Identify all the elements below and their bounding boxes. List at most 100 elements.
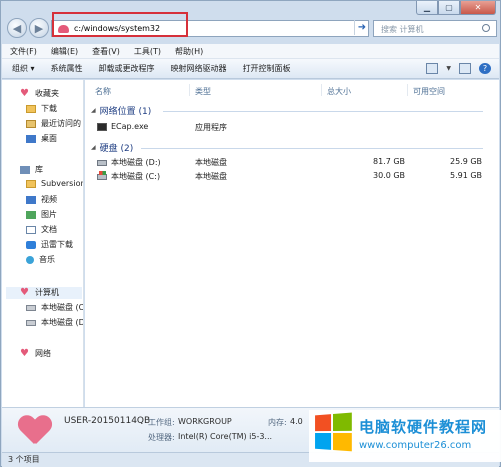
column-header-total-size[interactable]: 总大小 [327,86,351,97]
nav-item-label: 视频 [41,195,57,204]
column-header-name[interactable]: 名称 [95,86,111,97]
column-header-free-space[interactable]: 可用空间 [413,86,445,97]
menu-help[interactable]: 帮助(H) [175,46,203,57]
preview-pane-icon[interactable] [459,63,471,74]
menu-bar: 文件(F) 编辑(E) 查看(V) 工具(T) 帮助(H) [2,44,499,59]
processor-label: 处理器: [148,433,175,442]
help-icon[interactable]: ? [479,63,491,74]
nav-item-label: 迅雷下载 [41,240,73,249]
nav-item-drive-c[interactable]: 本地磁盘 (C [26,302,83,313]
nav-item-label: 音乐 [39,255,55,264]
favorites-icon: ♥ [20,87,29,99]
search-icon[interactable] [482,24,490,32]
nav-libraries-label: 库 [35,165,43,174]
workgroup-label: 工作组: [148,418,175,427]
drive-icon [97,160,107,166]
group-divider [163,111,483,112]
column-divider[interactable] [189,84,190,96]
nav-item-subversion[interactable]: Subversion [26,179,83,188]
search-input[interactable]: 搜索 计算机 [373,20,497,37]
drive-icon [26,319,36,326]
window-controls: ▁ ▢ ✕ [416,1,496,15]
item-type: 应用程序 [195,123,227,132]
group-header-disks[interactable]: ◢ 硬盘 (2) [91,141,133,154]
nav-item-documents[interactable]: 文档 [26,224,57,235]
group-header-network[interactable]: ◢ 网络位置 (1) [91,104,151,117]
subversion-folder-icon [26,179,36,188]
list-item[interactable]: 本地磁盘 (C:) 本地磁盘 30.0 GB 5.91 GB [97,171,499,183]
list-item[interactable]: 本地磁盘 (D:) 本地磁盘 81.7 GB 25.9 GB [97,157,499,169]
group-divider [141,148,483,149]
nav-favorites[interactable]: ♥ 收藏夹 [20,88,59,99]
forward-button[interactable]: ▶ [29,18,49,38]
maximize-button[interactable]: ▢ [438,1,460,15]
nav-network-label: 网络 [35,349,51,358]
downloads-folder-icon [26,104,36,113]
workgroup-value: WORKGROUP [178,417,232,426]
address-highlight-box [52,12,188,37]
library-icon [20,165,30,174]
nav-item-downloads[interactable]: 下载 [26,103,57,114]
nav-computer[interactable]: ♥ 计算机 [20,287,59,298]
item-name: ECap.exe [111,122,149,131]
column-divider[interactable] [407,84,408,96]
computer-icon: ♥ [20,286,29,298]
item-total-size: 30.0 GB [373,171,406,180]
desktop-icon [26,134,36,143]
recent-places-icon [26,119,36,128]
menu-view[interactable]: 查看(V) [92,46,120,57]
network-icon: ♥ [20,347,29,359]
menu-tools[interactable]: 工具(T) [134,46,161,57]
menu-file[interactable]: 文件(F) [10,46,37,57]
windows-logo-icon [315,412,354,453]
nav-item-desktop[interactable]: 桌面 [26,133,57,144]
system-drive-icon [97,171,107,180]
explorer-window: ▁ ▢ ✕ ◀ ▶ c:/windows/system32 ▼ ➜ 搜索 计算机… [0,0,501,467]
nav-item-thunder-downloads[interactable]: 迅雷下载 [26,239,73,250]
nav-item-music[interactable]: 音乐 [26,254,55,265]
open-control-panel-button[interactable]: 打开控制面板 [243,63,291,74]
nav-item-recent[interactable]: 最近访问的 [26,118,81,129]
back-button[interactable]: ◀ [7,18,27,38]
thunder-download-icon [26,240,36,249]
minimize-button[interactable]: ▁ [416,1,438,15]
nav-libraries[interactable]: 库 [20,164,43,175]
column-header-type[interactable]: 类型 [195,86,211,97]
organize-button[interactable]: 组织 ▾ [12,63,35,74]
group-disks-label: 硬盘 (2) [99,144,134,154]
go-button[interactable]: ➜ [354,20,369,35]
nav-item-videos[interactable]: 视频 [26,194,57,205]
nav-item-pictures[interactable]: 图片 [26,209,57,220]
arrow-right-icon: ➜ [357,22,367,33]
nav-item-drive-d[interactable]: 本地磁盘 (D [26,317,83,328]
item-free-space: 25.9 GB [450,157,483,166]
nav-item-label: 最近访问的 [41,119,81,128]
application-icon [97,123,107,131]
map-network-drive-button[interactable]: 映射网络驱动器 [171,63,227,74]
computer-name: USER-20150114QB [64,416,151,426]
close-button[interactable]: ✕ [460,1,496,15]
collapse-icon: ◢ [91,144,96,151]
nav-item-label: 下载 [41,104,57,113]
view-controls: ▼ ? [426,63,491,74]
nav-network[interactable]: ♥ 网络 [20,348,51,359]
document-icon [26,225,36,234]
view-options-icon[interactable] [426,63,439,74]
nav-item-label: 图片 [41,210,57,219]
back-arrow-icon: ◀ [12,21,22,35]
site-watermark: 电脑软硬件教程网 www.computer26.com [309,410,501,462]
nav-item-label: 文档 [41,225,57,234]
item-name: 本地磁盘 (C:) [111,172,161,181]
item-free-space: 5.91 GB [450,171,483,180]
column-divider[interactable] [321,84,322,96]
music-icon [26,255,34,264]
item-count: 3 个项目 [8,455,40,464]
pictures-icon [26,210,36,219]
nav-item-label: 桌面 [41,134,57,143]
menu-edit[interactable]: 编辑(E) [51,46,78,57]
view-dropdown-icon[interactable]: ▼ [446,63,451,74]
list-item[interactable]: ECap.exe 应用程序 [97,122,499,134]
command-bar: 组织 ▾ 系统属性 卸载或更改程序 映射网络驱动器 打开控制面板 ▼ ? [2,59,499,79]
uninstall-program-button[interactable]: 卸载或更改程序 [99,63,155,74]
system-properties-button[interactable]: 系统属性 [51,63,83,74]
